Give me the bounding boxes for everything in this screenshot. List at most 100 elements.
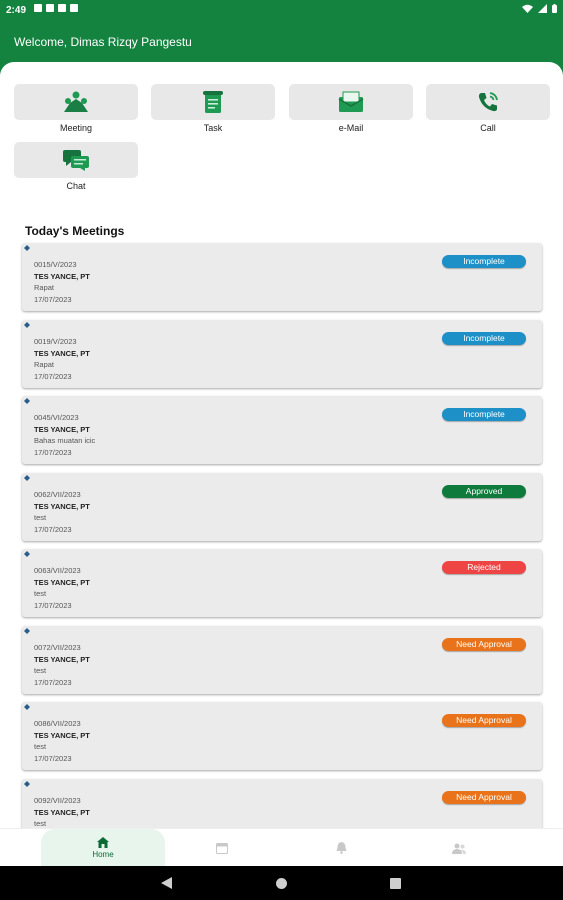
meeting-company: TES YANCE, PT (34, 654, 90, 664)
meeting-description: test (34, 589, 47, 599)
battery-icon (552, 4, 557, 13)
notification-icon (46, 4, 54, 12)
status-badge: Incomplete (442, 255, 526, 268)
nav-home[interactable]: Home (41, 829, 165, 867)
meeting-details: 0063/VII/2023 TES YANCE, PT test 17/07/2… (34, 565, 90, 611)
meeting-details: 0019/V/2023 TES YANCE, PT Rapat 17/07/20… (34, 336, 90, 382)
meeting-date: 17/07/2023 (34, 294, 72, 304)
home-button-icon[interactable] (276, 878, 287, 889)
meeting-code: 0092/VII/2023 (34, 796, 81, 805)
signal-icon (538, 4, 547, 13)
meeting-code: 0015/V/2023 (34, 260, 77, 269)
email-icon (338, 91, 364, 112)
system-nav-bar (0, 866, 563, 900)
meeting-company: TES YANCE, PT (34, 424, 90, 434)
notification-icon (34, 4, 42, 12)
meeting-card[interactable]: 0045/VI/2023 TES YANCE, PT Bahas muatan … (22, 396, 542, 464)
task-icon (203, 91, 223, 113)
quick-action-tile[interactable] (14, 142, 138, 178)
meeting-card[interactable]: 0092/VII/2023 TES YANCE, PT test Need Ap… (22, 779, 542, 828)
recents-icon[interactable] (390, 878, 401, 889)
quick-action-tile[interactable] (426, 84, 550, 120)
bottom-nav: Home (0, 828, 563, 867)
meeting-code: 0019/V/2023 (34, 337, 77, 346)
meeting-details: 0045/VI/2023 TES YANCE, PT Bahas muatan … (34, 412, 95, 458)
quick-action-task[interactable]: Task (151, 84, 275, 133)
status-badge: Need Approval (442, 714, 526, 727)
section-title: Today's Meetings (25, 224, 125, 238)
quick-action-chat[interactable]: Chat (14, 142, 138, 191)
people-icon (452, 843, 466, 854)
status-time: 2:49 (6, 5, 27, 16)
quick-action-meeting[interactable]: Meeting (14, 84, 138, 133)
meeting-card[interactable]: 0063/VII/2023 TES YANCE, PT test 17/07/2… (22, 549, 542, 617)
pin-icon (24, 245, 30, 251)
phone-icon (478, 92, 498, 112)
quick-action-call[interactable]: Call (426, 84, 550, 133)
pin-icon (24, 628, 30, 634)
meeting-date: 17/07/2023 (34, 677, 72, 687)
nav-home-label: Home (92, 850, 114, 859)
wifi-icon (522, 4, 533, 13)
meeting-description: test (34, 819, 47, 828)
meeting-code: 0086/VII/2023 (34, 719, 81, 728)
meeting-date: 17/07/2023 (34, 524, 72, 534)
meeting-code: 0063/VII/2023 (34, 566, 81, 575)
quick-action-tile[interactable] (14, 84, 138, 120)
quick-action-label: Task (203, 123, 223, 133)
meeting-card[interactable]: 0062/VII/2023 TES YANCE, PT test 17/07/2… (22, 473, 542, 541)
meeting-date: 17/07/2023 (34, 447, 72, 457)
notification-icon (70, 4, 78, 12)
pin-icon (24, 322, 30, 328)
quick-action-tile[interactable] (151, 84, 275, 120)
meeting-details: 0086/VII/2023 TES YANCE, PT test 17/07/2… (34, 718, 90, 764)
quick-action-email[interactable]: e-Mail (289, 84, 413, 133)
meeting-details: 0072/VII/2023 TES YANCE, PT test 17/07/2… (34, 642, 90, 688)
nav-contacts[interactable] (397, 829, 521, 867)
quick-action-label: Meeting (59, 123, 93, 133)
meeting-description: Rapat (34, 360, 55, 370)
meeting-description: Bahas muatan icic (34, 436, 96, 446)
quick-action-label: Chat (66, 181, 86, 191)
meeting-code: 0045/VI/2023 (34, 413, 79, 422)
chat-icon (63, 150, 89, 171)
meeting-card[interactable]: 0072/VII/2023 TES YANCE, PT test 17/07/2… (22, 626, 542, 694)
meeting-company: TES YANCE, PT (34, 807, 90, 817)
status-bar: 2:49 (0, 0, 563, 22)
welcome-text: Welcome, Dimas Rizqy Pangestu (14, 35, 192, 49)
meeting-card[interactable]: 0019/V/2023 TES YANCE, PT Rapat 17/07/20… (22, 320, 542, 388)
status-badge: Incomplete (442, 408, 526, 421)
pin-icon (24, 398, 30, 404)
meeting-company: TES YANCE, PT (34, 271, 90, 281)
nav-notifications[interactable] (279, 829, 403, 867)
pin-icon (24, 781, 30, 787)
system-icons (522, 4, 557, 13)
back-icon[interactable] (161, 877, 173, 889)
notification-icons (34, 4, 78, 12)
status-badge: Incomplete (442, 332, 526, 345)
pin-icon (24, 704, 30, 710)
meeting-card[interactable]: 0015/V/2023 TES YANCE, PT Rapat 17/07/20… (22, 243, 542, 311)
quick-action-tile[interactable] (289, 84, 413, 120)
meeting-description: test (34, 513, 47, 523)
meeting-details: 0015/V/2023 TES YANCE, PT Rapat 17/07/20… (34, 259, 90, 305)
quick-action-label: Call (480, 123, 496, 133)
bell-icon (336, 842, 346, 854)
meeting-date: 17/07/2023 (34, 371, 72, 381)
main-content[interactable]: Meeting Task e-Mail Call Chat Today's Me… (0, 62, 563, 828)
meeting-description: test (34, 666, 47, 676)
meeting-details: 0092/VII/2023 TES YANCE, PT test (34, 795, 90, 828)
nav-calendar[interactable] (160, 829, 284, 867)
status-badge: Rejected (442, 561, 526, 574)
meeting-description: Rapat (34, 283, 55, 293)
status-badge: Need Approval (442, 791, 526, 804)
meeting-company: TES YANCE, PT (34, 730, 90, 740)
notification-icon (58, 4, 66, 12)
meeting-code: 0062/VII/2023 (34, 490, 81, 499)
meeting-card[interactable]: 0086/VII/2023 TES YANCE, PT test 17/07/2… (22, 702, 542, 770)
meeting-company: TES YANCE, PT (34, 501, 90, 511)
status-badge: Need Approval (442, 638, 526, 651)
quick-action-label: e-Mail (338, 123, 364, 133)
meeting-icon (64, 91, 88, 112)
meeting-date: 17/07/2023 (34, 600, 72, 610)
